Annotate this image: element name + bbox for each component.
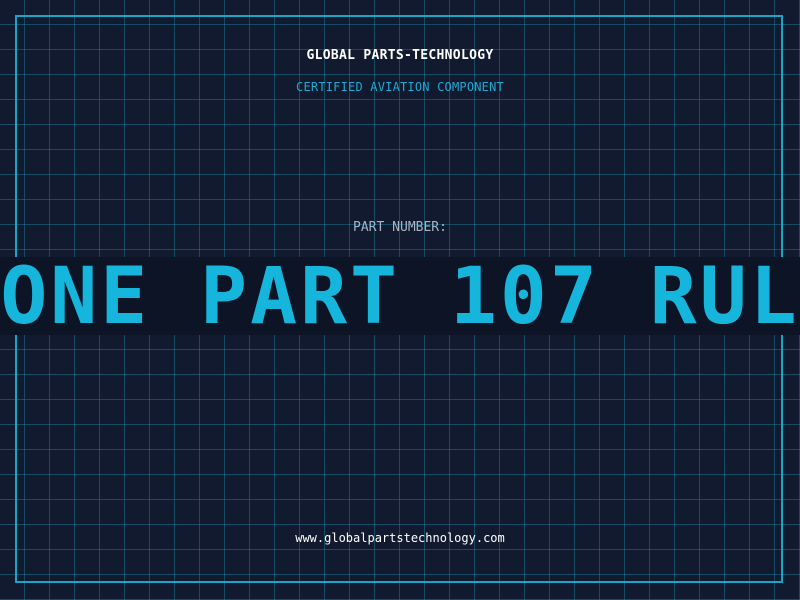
website-url[interactable]: www.globalpartstechnology.com xyxy=(0,531,800,545)
certification-subtitle: CERTIFIED AVIATION COMPONENT xyxy=(296,80,504,94)
part-card: GLOBAL PARTS-TECHNOLOGY CERTIFIED AVIATI… xyxy=(0,0,800,600)
part-number-value: DRONE PART 107 RULES xyxy=(0,257,800,335)
company-name: GLOBAL PARTS-TECHNOLOGY xyxy=(306,48,494,63)
part-number-band: DRONE PART 107 RULES xyxy=(0,257,800,335)
part-number-label: PART NUMBER: xyxy=(353,220,447,235)
